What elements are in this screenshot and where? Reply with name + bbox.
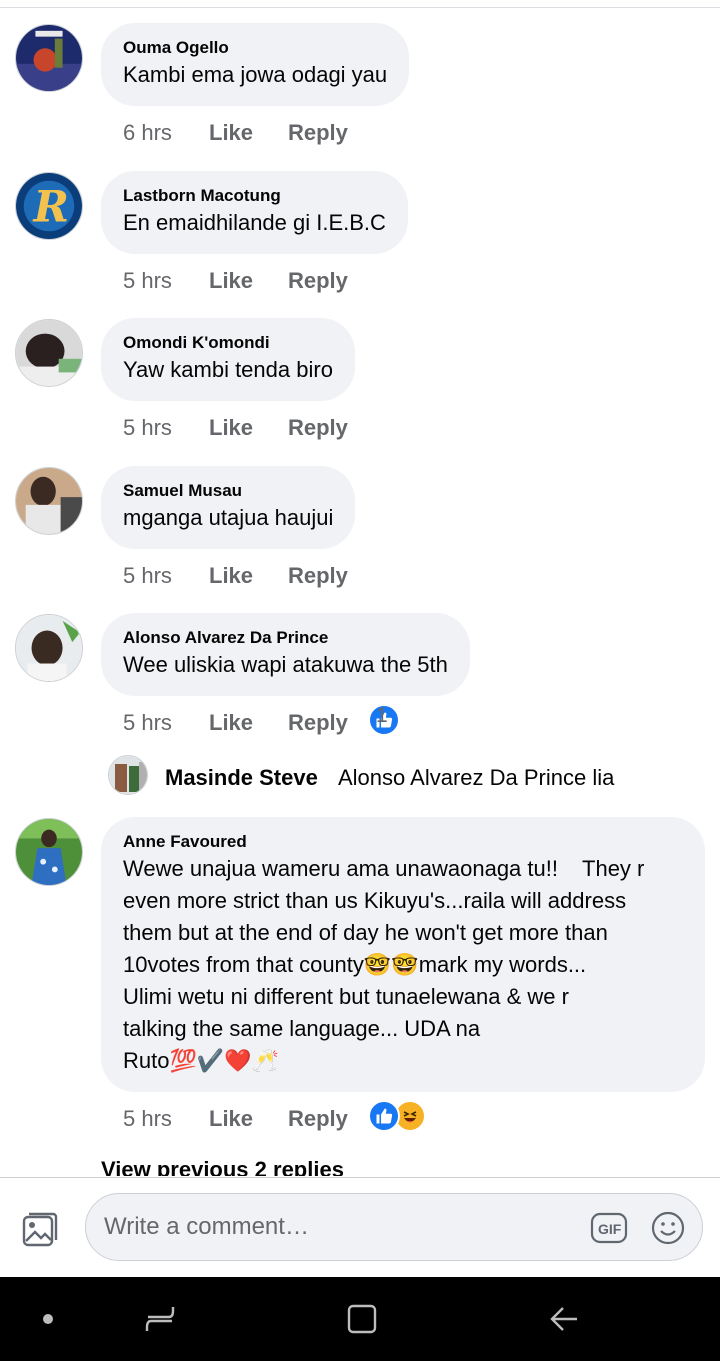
comment-timestamp[interactable]: 5 hrs: [123, 415, 172, 441]
avatar[interactable]: [15, 467, 83, 535]
reply-button[interactable]: Reply: [288, 120, 348, 146]
comment-text-line: talking the same language... UDA na: [123, 1016, 481, 1041]
comment-text-line: even more strict than us Kikuyu's...rail…: [123, 888, 627, 913]
like-button[interactable]: Like: [209, 563, 253, 589]
reply-author[interactable]: Masinde Steve: [165, 765, 318, 791]
reply-button[interactable]: Reply: [288, 268, 348, 294]
view-previous-label: View previous 2 replies: [101, 1158, 344, 1176]
like-button[interactable]: Like: [209, 415, 253, 441]
comment-text: mganga utajua haujui: [123, 505, 334, 530]
comment-text-line: Ulimi wetu ni different but tunaelewana …: [123, 984, 569, 1009]
gif-icon[interactable]: GIF: [590, 1212, 628, 1244]
back-icon[interactable]: [544, 1277, 584, 1361]
comment-author[interactable]: Omondi K'omondi: [123, 332, 333, 354]
reply-button[interactable]: Reply: [288, 563, 348, 589]
comment-text: Kambi ema jowa odagi yau: [123, 62, 388, 87]
comment-text: Wee uliskia wapi atakuwa the 5th: [123, 652, 448, 677]
comment-text: En emaidhilande gi I.E.B.C: [123, 210, 386, 235]
top-divider: [0, 7, 720, 8]
svg-text:R: R: [32, 183, 68, 233]
like-button[interactable]: Like: [209, 1106, 253, 1132]
reaction-count: 1: [376, 704, 388, 727]
comment-placeholder: Write a comment…: [104, 1213, 309, 1240]
comment-bubble[interactable]: Ouma Ogello Kambi ema jowa odagi yau: [101, 23, 410, 106]
reactions-summary[interactable]: 2: [368, 1100, 426, 1132]
like-button[interactable]: Like: [209, 120, 253, 146]
comment-text-line: 10votes from that county🤓🤓mark my words.…: [123, 952, 587, 977]
avatar[interactable]: [15, 319, 83, 387]
comment-timestamp[interactable]: 5 hrs: [123, 710, 172, 736]
comment-author[interactable]: Ouma Ogello: [123, 37, 387, 59]
comment-bubble[interactable]: Alonso Alvarez Da Prince Wee uliskia wap…: [101, 613, 470, 696]
comment-bubble[interactable]: Lastborn Macotung En emaidhilande gi I.E…: [101, 171, 408, 254]
comment-bubble[interactable]: Anne Favoured Wewe unajua wameru ama una…: [101, 817, 705, 1092]
comment-timestamp[interactable]: 6 hrs: [123, 120, 172, 146]
comment-author[interactable]: Alonso Alvarez Da Prince: [123, 627, 448, 649]
comment-author[interactable]: Samuel Musau: [123, 480, 333, 502]
reply-button[interactable]: Reply: [288, 415, 348, 441]
comment-text: Yaw kambi tenda biro: [123, 357, 333, 382]
like-button[interactable]: Like: [209, 268, 253, 294]
recents-icon[interactable]: [140, 1277, 180, 1361]
comment-composer: Write a comment… GIF: [0, 1177, 720, 1278]
comment-timestamp[interactable]: 5 hrs: [123, 268, 172, 294]
comment-text-line: Wewe unajua wameru ama unawaonaga tu!! T…: [123, 856, 645, 881]
photo-icon[interactable]: [21, 1210, 59, 1248]
comment-bubble[interactable]: Omondi K'omondi Yaw kambi tenda biro: [101, 318, 355, 401]
view-previous-replies-link[interactable]: View previous 2 replies: [101, 1158, 344, 1176]
like-button[interactable]: Like: [209, 710, 253, 736]
comment-input[interactable]: Write a comment… GIF: [85, 1193, 703, 1261]
avatar[interactable]: R: [15, 172, 83, 240]
nav-dot-icon[interactable]: [30, 1277, 66, 1361]
gif-label: GIF: [598, 1221, 622, 1237]
like-reaction-icon: [368, 1100, 400, 1132]
comment-timestamp[interactable]: 5 hrs: [123, 1106, 172, 1132]
system-nav-bar: [0, 1277, 720, 1361]
home-icon[interactable]: [342, 1277, 382, 1361]
avatar[interactable]: [108, 755, 148, 795]
comment-text-line: Ruto💯✔️❤️🥂: [123, 1048, 280, 1073]
avatar[interactable]: [15, 614, 83, 682]
avatar[interactable]: [15, 24, 83, 92]
avatar[interactable]: [15, 818, 83, 886]
comment-bubble[interactable]: Samuel Musau mganga utajua haujui: [101, 466, 356, 549]
reactions-summary[interactable]: 1: [368, 704, 400, 736]
comment-author[interactable]: Anne Favoured: [123, 831, 683, 853]
comment-text-line: them but at the end of day he won't get …: [123, 920, 608, 945]
reply-text: Alonso Alvarez Da Prince lia: [338, 765, 615, 790]
comment-timestamp[interactable]: 5 hrs: [123, 563, 172, 589]
comment-author[interactable]: Lastborn Macotung: [123, 185, 386, 207]
reply-button[interactable]: Reply: [288, 1106, 348, 1132]
emoji-icon[interactable]: [650, 1210, 686, 1246]
reply-button[interactable]: Reply: [288, 710, 348, 736]
